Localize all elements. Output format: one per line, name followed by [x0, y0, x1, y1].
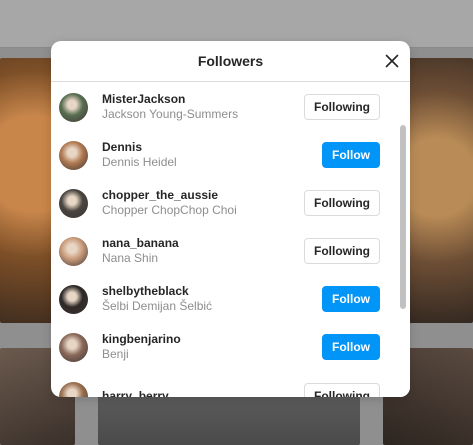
follower-fullname: Benji	[102, 347, 129, 361]
follow-button[interactable]: Follow	[322, 334, 380, 360]
avatar[interactable]	[59, 381, 88, 397]
modal-header: Followers	[51, 41, 410, 82]
scrollbar[interactable]	[396, 83, 410, 397]
follower-names: harry_berry	[102, 389, 169, 398]
following-button[interactable]: Following	[304, 94, 380, 120]
follower-username[interactable]: MisterJackson	[102, 92, 238, 107]
follower-username[interactable]: harry_berry	[102, 389, 169, 398]
follower-row[interactable]: MisterJackson Jackson Young-Summers Follow…	[51, 83, 396, 131]
follower-fullname: Chopper ChopChop Choi	[102, 203, 237, 217]
follower-fullname: Dennis Heidel	[102, 155, 177, 169]
follower-names: chopper_the_aussie Chopper ChopChop Choi	[102, 188, 237, 218]
avatar[interactable]	[59, 236, 88, 266]
follower-fullname: Nana Shin	[102, 251, 159, 265]
follower-fullname: Šelbi Demijan Šelbić	[102, 299, 213, 313]
avatar[interactable]	[59, 140, 88, 170]
follower-username[interactable]: chopper_the_aussie	[102, 188, 237, 203]
follower-username[interactable]: nana_banana	[102, 236, 179, 251]
follower-names: shelbytheblack Šelbi Demijan Šelbić	[102, 284, 212, 314]
follow-button[interactable]: Follow	[322, 286, 380, 312]
follower-username[interactable]: Dennis	[102, 140, 177, 155]
follow-button[interactable]: Follow	[322, 142, 380, 168]
avatar[interactable]	[59, 332, 88, 362]
follower-fullname: Jackson Young-Summers	[102, 107, 239, 121]
following-button[interactable]: Following	[304, 190, 380, 216]
follower-row[interactable]: chopper_the_aussie Chopper ChopChop Choi F…	[51, 179, 396, 227]
follower-row[interactable]: nana_banana Nana Shin Following	[51, 227, 396, 275]
follower-names: MisterJackson Jackson Young-Summers	[102, 92, 238, 122]
follower-names: nana_banana Nana Shin	[102, 236, 179, 266]
follower-names: kingbenjarino Benji	[102, 332, 181, 362]
scrollbar-thumb[interactable]	[400, 125, 406, 309]
follower-row[interactable]: Dennis Dennis Heidel Follow	[51, 131, 396, 179]
followers-list: MisterJackson Jackson Young-Summers Follow…	[51, 83, 410, 397]
close-button[interactable]	[382, 51, 402, 71]
follower-username[interactable]: shelbytheblack	[102, 284, 212, 299]
follower-row[interactable]: shelbytheblack Šelbi Demijan Šelbić Follow	[51, 275, 396, 323]
follower-row[interactable]: harry_berry Following	[51, 372, 396, 397]
avatar[interactable]	[59, 284, 88, 314]
follower-row[interactable]: kingbenjarino Benji Follow	[51, 323, 396, 371]
close-icon	[385, 54, 399, 68]
following-button[interactable]: Following	[304, 383, 380, 397]
follower-names: Dennis Dennis Heidel	[102, 140, 177, 170]
follower-username[interactable]: kingbenjarino	[102, 332, 181, 347]
followers-modal: Followers MisterJackson Jackson Young-Sum…	[51, 41, 410, 397]
modal-title: Followers	[197, 53, 264, 69]
avatar[interactable]	[59, 188, 88, 218]
avatar[interactable]	[59, 92, 88, 122]
following-button[interactable]: Following	[304, 238, 380, 264]
